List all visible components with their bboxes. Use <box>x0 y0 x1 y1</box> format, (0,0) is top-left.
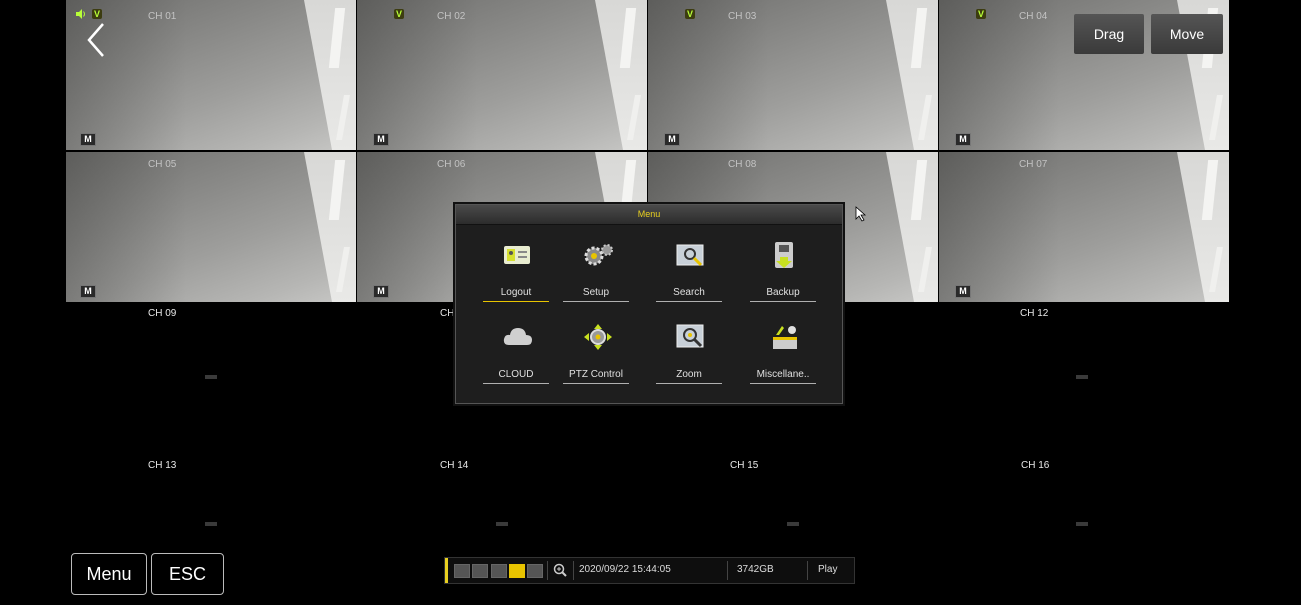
camera-icon <box>205 522 217 526</box>
storage-capacity: 3742GB <box>737 564 774 575</box>
channel-label: CH 13 <box>148 460 177 471</box>
channel-tile-1[interactable]: CH 01 M <box>66 0 356 150</box>
menu-item-miscellaneous[interactable]: Miscellane.. <box>748 315 818 389</box>
channel-label: CH 15 <box>730 460 759 471</box>
backup-icon <box>770 241 798 269</box>
video-badge: V <box>976 9 986 19</box>
channel-label: CH 09 <box>148 308 177 319</box>
motion-badge: M <box>80 133 96 146</box>
play-button[interactable]: Play <box>818 564 837 575</box>
channel-tile-7[interactable]: CH 07 M <box>939 152 1229 302</box>
motion-badge: M <box>373 285 389 298</box>
back-arrow-icon[interactable] <box>86 22 106 58</box>
menu-item-zoom[interactable]: Zoom <box>654 315 724 389</box>
camera-icon <box>787 522 799 526</box>
menu-dialog: Menu Logout Setup Search Backup CLOUD PT… <box>455 204 843 404</box>
channel-label: CH 01 <box>148 11 177 22</box>
channel-label: CH 04 <box>1019 11 1048 22</box>
camera-icon <box>1076 522 1088 526</box>
channel-label: CH 03 <box>728 11 757 22</box>
channel-label: CH 14 <box>440 460 469 471</box>
logout-icon <box>503 241 531 269</box>
menu-item-label: PTZ Control <box>569 369 623 380</box>
motion-badge: M <box>80 285 96 298</box>
channel-tile-5[interactable]: CH 05 M <box>66 152 356 302</box>
menu-item-logout[interactable]: Logout <box>481 233 551 307</box>
motion-badge: M <box>664 133 680 146</box>
menu-item-label: Zoom <box>676 369 702 380</box>
channel-tile-2[interactable]: V CH 02 M <box>357 0 647 150</box>
layout-3x3-button[interactable] <box>491 564 507 578</box>
video-badge: V <box>685 9 695 19</box>
channel-label: CH 05 <box>148 159 177 170</box>
status-bar: 2020/09/22 15:44:05 3742GB Play <box>444 557 855 584</box>
setup-icon <box>583 241 613 269</box>
motion-badge: M <box>955 285 971 298</box>
menu-button[interactable]: Menu <box>71 553 147 595</box>
menu-item-label: Setup <box>582 287 610 298</box>
menu-title: Menu <box>456 205 842 225</box>
search-icon <box>676 241 704 269</box>
menu-item-backup[interactable]: Backup <box>748 233 818 307</box>
motion-badge: M <box>373 133 389 146</box>
channel-tile-12[interactable]: CH 12 <box>939 304 1229 454</box>
drag-button[interactable]: Drag <box>1074 14 1144 54</box>
channel-tile-9[interactable]: CH 09 <box>66 304 356 454</box>
mouse-cursor-icon <box>855 206 867 227</box>
menu-item-label: Backup <box>766 287 800 298</box>
video-badge: V <box>92 9 102 19</box>
video-badge: V <box>394 9 404 19</box>
menu-item-ptz-control[interactable]: PTZ Control <box>561 315 631 389</box>
audio-speaker-icon <box>75 9 87 22</box>
layout-4x4-button[interactable] <box>509 564 525 578</box>
datetime: 2020/09/22 15:44:05 <box>579 564 671 575</box>
camera-icon <box>1076 375 1088 379</box>
menu-item-label: Search <box>673 287 705 298</box>
channel-label: CH <box>440 308 455 319</box>
zoom-in-icon[interactable] <box>553 563 567 582</box>
esc-button[interactable]: ESC <box>151 553 224 595</box>
ptz-icon <box>583 323 612 351</box>
channel-label: CH 02 <box>437 11 466 22</box>
camera-icon <box>205 375 217 379</box>
layout-2x2-button[interactable] <box>472 564 488 578</box>
move-button[interactable]: Move <box>1151 14 1223 54</box>
menu-item-cloud[interactable]: CLOUD <box>481 315 551 389</box>
sequence-button[interactable] <box>527 564 543 578</box>
camera-icon <box>496 522 508 526</box>
channel-label: CH 07 <box>1019 159 1048 170</box>
menu-item-label: CLOUD <box>498 369 534 380</box>
channel-tile-3[interactable]: V CH 03 M <box>648 0 938 150</box>
channel-tile-16[interactable]: CH 16 <box>939 455 1229 605</box>
menu-item-search[interactable]: Search <box>654 233 724 307</box>
menu-item-setup[interactable]: Setup <box>561 233 631 307</box>
zoom-icon <box>676 323 704 351</box>
menu-item-label: Miscellane.. <box>756 369 810 380</box>
layout-1x1-button[interactable] <box>454 564 470 578</box>
channel-label: CH 06 <box>437 159 466 170</box>
menu-item-label: Logout <box>500 287 532 298</box>
channel-label: CH 08 <box>728 159 757 170</box>
motion-badge: M <box>955 133 971 146</box>
misc-icon <box>770 323 798 351</box>
cloud-icon <box>503 323 532 351</box>
channel-label: CH 12 <box>1020 308 1049 319</box>
channel-label: CH 16 <box>1021 460 1050 471</box>
